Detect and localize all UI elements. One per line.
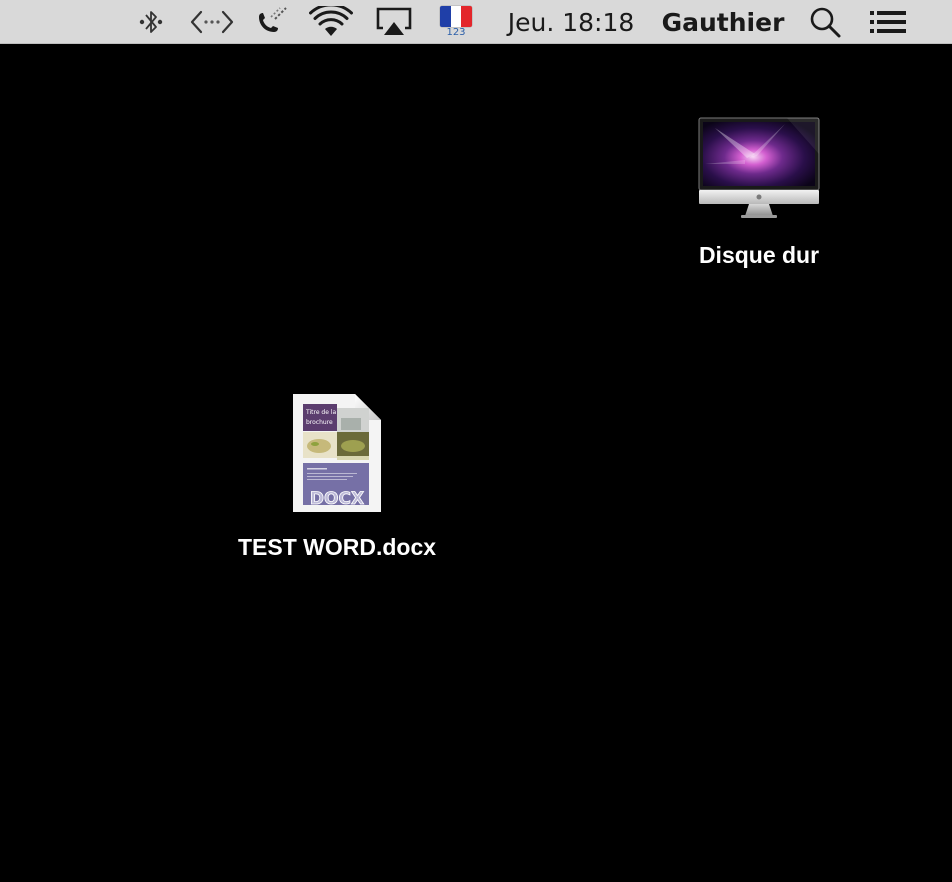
flag-band-blue [440, 6, 451, 27]
desktop-item-hard-drive[interactable]: Disque dur [678, 114, 840, 269]
menu-bar: 123 Jeu. 18:18 Gauthier [0, 0, 952, 44]
hard-drive-imac-icon [698, 117, 820, 218]
docx-file-icon: Titre de la brochure DOCX [293, 394, 381, 512]
flag-icon [440, 6, 472, 27]
search-icon[interactable] [806, 0, 844, 44]
doc-title-line1: Titre de la [305, 409, 337, 416]
user-name: Gauthier [661, 7, 785, 37]
doc-title-line2: brochure [306, 419, 333, 426]
phone-icon[interactable] [252, 0, 292, 44]
desktop-item-label: TEST WORD.docx [237, 534, 437, 560]
docx-badge: DOCX [310, 489, 364, 509]
desktop-item-label: Disque dur [698, 242, 820, 268]
input-source-flag[interactable]: 123 [440, 6, 472, 40]
vpn-icon[interactable] [188, 0, 236, 44]
bluetooth-icon[interactable] [136, 0, 166, 44]
input-source-label: 123 [446, 27, 466, 38]
desktop-item-docx-file[interactable]: Titre de la brochure DOCX TEST WORD.docx [216, 394, 458, 561]
wifi-icon[interactable] [308, 0, 354, 44]
flag-band-red [461, 6, 472, 27]
menu-clock[interactable]: Jeu. 18:18 [503, 0, 639, 44]
flag-band-white [450, 6, 462, 27]
menu-user[interactable]: Gauthier [661, 0, 785, 44]
menu-list-icon[interactable] [866, 0, 910, 44]
clock-text: Jeu. 18:18 [507, 7, 635, 37]
airplay-icon[interactable] [372, 0, 416, 44]
